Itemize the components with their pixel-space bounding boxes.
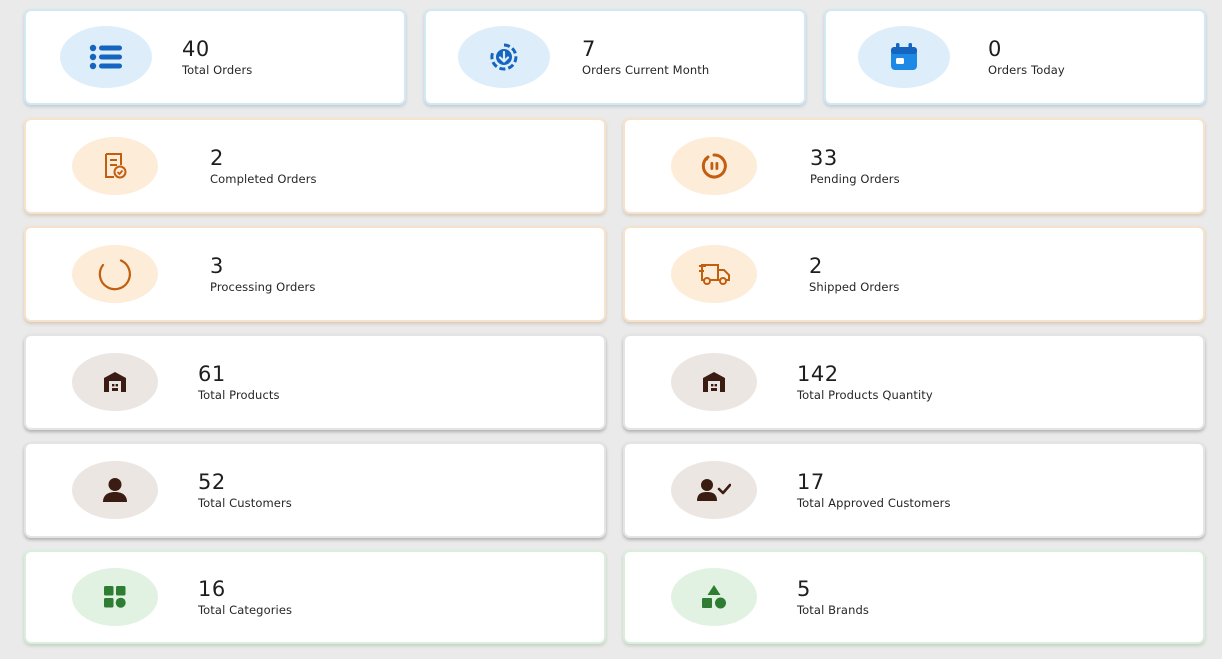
stat-value: 61: [198, 361, 226, 386]
stat-label: Completed Orders: [210, 171, 317, 186]
stat-value: 52: [198, 469, 226, 494]
stat-card-completed-orders[interactable]: 2 Completed Orders: [24, 118, 606, 214]
stat-label: Total Customers: [198, 495, 292, 510]
truck-icon: [671, 245, 757, 303]
stat-value: 33: [810, 145, 838, 170]
dashboard-stats: 40 Total Orders 7 Orders Current Month 0…: [0, 0, 1222, 659]
user-check-icon: [671, 461, 757, 519]
stat-label: Total Approved Customers: [797, 495, 951, 510]
stat-value: 17: [797, 469, 825, 494]
stat-card-orders-current-month[interactable]: 7 Orders Current Month: [424, 9, 806, 105]
stat-label: Pending Orders: [810, 171, 900, 186]
stat-card-total-approved-customers[interactable]: 17 Total Approved Customers: [623, 442, 1205, 538]
stat-card-total-orders[interactable]: 40 Total Orders: [24, 9, 406, 105]
list-icon: [60, 26, 152, 88]
shapes-icon: [671, 568, 757, 626]
spinner-icon: [72, 245, 158, 303]
stat-value: 2: [809, 253, 823, 278]
stat-value: 16: [198, 576, 226, 601]
stat-card-total-brands[interactable]: 5 Total Brands: [623, 550, 1205, 644]
stat-value: 2: [210, 145, 224, 170]
stat-card-total-customers[interactable]: 52 Total Customers: [24, 442, 606, 538]
stat-label: Total Orders: [182, 62, 253, 77]
stat-label: Processing Orders: [210, 279, 316, 294]
warehouse-icon: [72, 353, 158, 411]
stat-value: 40: [182, 36, 210, 61]
stat-card-pending-orders[interactable]: 33 Pending Orders: [623, 118, 1205, 214]
stat-label: Orders Current Month: [582, 62, 710, 77]
warehouse-icon: [671, 353, 757, 411]
stat-label: Total Products Quantity: [797, 387, 933, 402]
calendar-icon: [858, 26, 950, 88]
stat-card-total-products[interactable]: 61 Total Products: [24, 334, 606, 430]
categories-grid-icon: [72, 568, 158, 626]
stat-value: 7: [582, 36, 596, 61]
stat-label: Total Products: [198, 387, 280, 402]
stat-value: 5: [797, 576, 811, 601]
stat-label: Shipped Orders: [809, 279, 900, 294]
stat-label: Orders Today: [988, 62, 1065, 77]
pending-timer-icon: [671, 137, 757, 195]
stat-card-total-categories[interactable]: 16 Total Categories: [24, 550, 606, 644]
user-icon: [72, 461, 158, 519]
stat-card-orders-today[interactable]: 0 Orders Today: [824, 9, 1206, 105]
stat-value: 3: [210, 253, 224, 278]
stat-value: 0: [988, 36, 1002, 61]
stat-label: Total Brands: [797, 602, 869, 617]
stat-label: Total Categories: [198, 602, 293, 617]
receipt-check-icon: [72, 137, 158, 195]
stat-card-total-products-quantity[interactable]: 142 Total Products Quantity: [623, 334, 1205, 430]
stat-value: 142: [797, 361, 839, 386]
stat-card-processing-orders[interactable]: 3 Processing Orders: [24, 226, 606, 322]
download-circle-icon: [458, 26, 550, 88]
stat-card-shipped-orders[interactable]: 2 Shipped Orders: [623, 226, 1205, 322]
